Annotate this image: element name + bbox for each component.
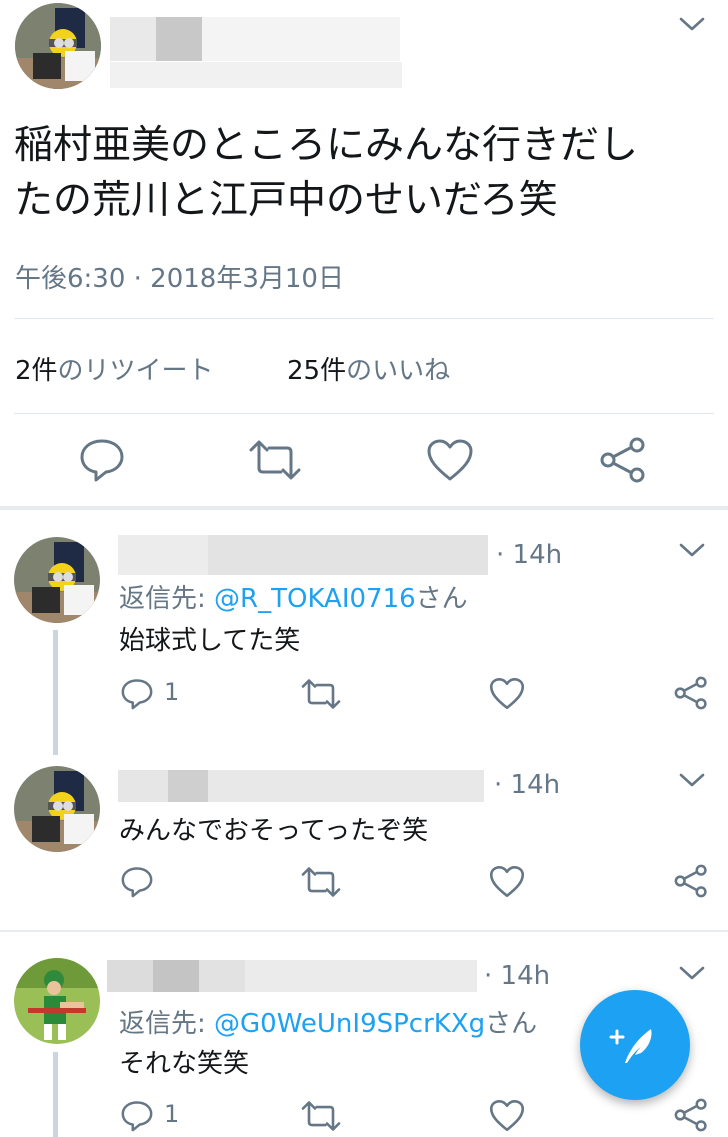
likes-label: のいいね — [346, 356, 451, 386]
avatar-image — [14, 958, 100, 1044]
reply-icon[interactable] — [120, 677, 154, 711]
likes-count: 25件 — [287, 356, 347, 386]
reply-to-label: 返信先: — [119, 584, 215, 614]
tweet-text-line: 稲村亜美のところにみんな行きだし — [14, 123, 639, 168]
reply-to-line: 返信先: @R_TOKAI0716さん — [119, 578, 468, 615]
heart-icon[interactable] — [489, 865, 525, 898]
compose-icon — [609, 1029, 652, 1063]
reply-text: みんなでおそってったぞ笑 — [119, 816, 429, 846]
chevron-down-icon[interactable] — [677, 540, 707, 560]
share-icon[interactable] — [598, 436, 648, 484]
reply-author-redacted — [118, 770, 484, 802]
chevron-down-icon[interactable] — [677, 14, 707, 34]
reply-icon[interactable] — [78, 436, 126, 484]
reply-avatar[interactable] — [14, 537, 100, 623]
retweets-label: のリツイート — [57, 356, 214, 386]
reply-text: それな笑笑 — [119, 1049, 250, 1079]
reply-to-line: 返信先: @G0WeUnI9SPcrKXgさん — [119, 1003, 537, 1040]
retweet-icon[interactable] — [300, 679, 342, 709]
share-icon[interactable] — [673, 675, 709, 711]
reply-time: · 14h — [496, 540, 563, 570]
section-divider — [0, 930, 728, 932]
avatar-image — [14, 766, 100, 852]
avatar-image — [15, 3, 101, 89]
reply-count: 1 — [164, 678, 180, 706]
heart-icon[interactable] — [489, 1099, 525, 1132]
likes-stat[interactable]: 25件のいいね — [287, 350, 450, 387]
author-name-redacted — [110, 17, 400, 61]
thread-line — [53, 630, 58, 755]
compose-tweet-button[interactable] — [580, 990, 690, 1100]
reply-icon[interactable] — [120, 865, 154, 899]
retweet-icon[interactable] — [247, 440, 303, 480]
heart-icon[interactable] — [426, 438, 474, 482]
reply-to-suffix: さん — [415, 584, 468, 614]
reply-time: · 14h — [494, 770, 561, 800]
retweets-stat[interactable]: 2件のリツイート — [15, 350, 214, 387]
retweet-icon[interactable] — [300, 1101, 342, 1131]
share-icon[interactable] — [673, 1097, 709, 1133]
tweet-timestamp: 午後6:30 · 2018年3月10日 — [15, 264, 344, 294]
retweet-icon[interactable] — [300, 867, 342, 897]
avatar-image — [14, 537, 100, 623]
reply-avatar[interactable] — [14, 958, 100, 1044]
chevron-down-icon[interactable] — [677, 963, 707, 983]
reply-to-label: 返信先: — [119, 1009, 215, 1039]
reply-text: 始球式してた笑 — [119, 626, 301, 656]
thread-line — [53, 1052, 58, 1137]
reply-icon[interactable] — [120, 1099, 154, 1133]
tweet-text: 稲村亜美のところにみんな行きだし たの荒川と江戸中のせいだろ笑 — [14, 118, 714, 228]
reply-avatar[interactable] — [14, 766, 100, 852]
chevron-down-icon[interactable] — [677, 770, 707, 790]
reply-count: 1 — [164, 1100, 180, 1128]
reply-time: · 14h — [484, 961, 551, 991]
divider — [14, 318, 714, 319]
divider — [14, 413, 714, 414]
retweets-count: 2件 — [15, 356, 58, 386]
reply-author-redacted — [107, 960, 477, 992]
section-divider — [0, 506, 728, 510]
author-handle-redacted — [110, 62, 402, 88]
reply-author-redacted — [118, 535, 488, 575]
tweet-text-line: たの荒川と江戸中のせいだろ笑 — [14, 178, 558, 223]
share-icon[interactable] — [673, 863, 709, 899]
reply-to-suffix: さん — [485, 1009, 538, 1039]
reply-to-handle[interactable]: @R_TOKAI0716 — [214, 584, 416, 614]
author-avatar[interactable] — [15, 3, 101, 89]
reply-to-handle[interactable]: @G0WeUnI9SPcrKXg — [214, 1009, 485, 1039]
heart-icon[interactable] — [489, 677, 525, 710]
